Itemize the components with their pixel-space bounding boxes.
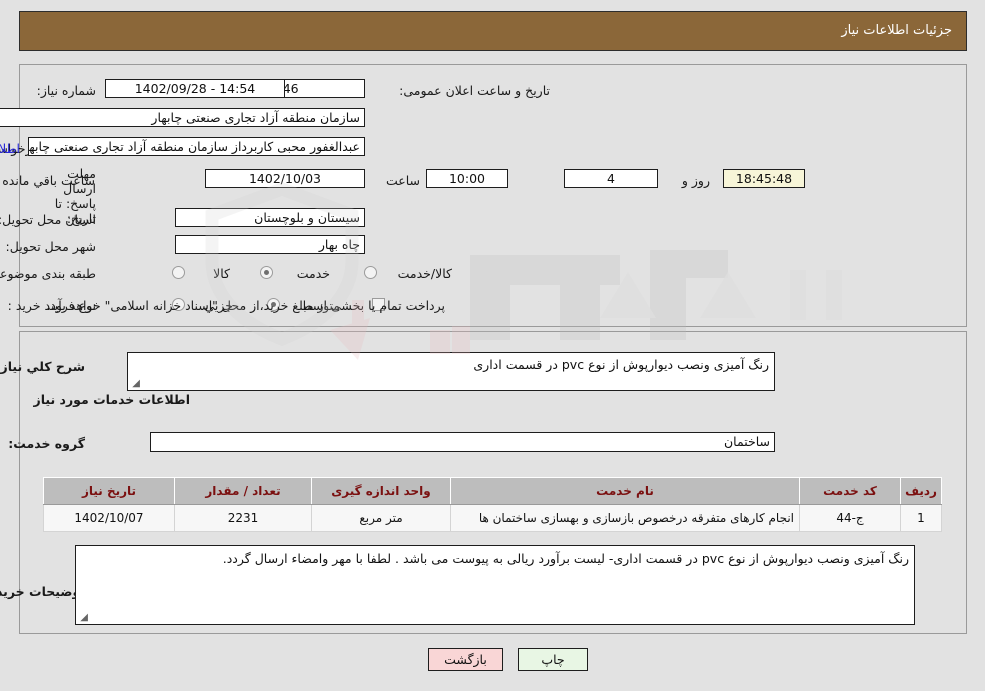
- th-service-code: کد خدمت: [799, 477, 901, 505]
- need-info-panel: [19, 64, 967, 327]
- countdown-label: ساعت باقي مانده: [2, 173, 95, 188]
- table-header-row: ردیف کد خدمت نام خدمت واحد اندازه گیری ت…: [43, 477, 942, 505]
- buyer-org-value: سازمان منطقه آزاد تجاری صنعتی چابهار: [0, 108, 365, 127]
- cell-row-no: 1: [900, 504, 942, 532]
- radio-category-kala-khedmat[interactable]: [364, 266, 377, 279]
- page-root: جزئیات اطلاعات نیاز شماره نیاز: 11021033…: [0, 0, 985, 691]
- need-description-value: رنگ آمیزی ونصب دیوارپوش از نوع pvc در قس…: [473, 357, 769, 372]
- hour-label: ساعت: [385, 173, 420, 188]
- radio-category-khedmat[interactable]: [260, 266, 273, 279]
- treasury-note-label: پرداخت تمام یا بخشی از مبلغ خرید،از محل …: [46, 298, 445, 313]
- deadline-time-value: 10:00: [426, 169, 508, 188]
- province-label: استان محل تحویل:: [0, 212, 96, 227]
- table-row: 1 ج-44 انجام کارهای متفرقه درخصوص بازساز…: [43, 504, 942, 532]
- radio-label-category-1[interactable]: خدمت: [297, 267, 330, 281]
- buyer-notes-textarea[interactable]: رنگ آمیزی ونصب دیوارپوش از نوع pvc در قس…: [75, 545, 915, 625]
- th-row-no: ردیف: [900, 477, 942, 505]
- back-button[interactable]: بازگشت: [428, 648, 503, 671]
- cell-unit: متر مربع: [311, 504, 451, 532]
- city-label: شهر محل تحویل:: [5, 239, 96, 254]
- need-description-label: شرح کلي نياز:: [0, 359, 85, 374]
- th-service-name: نام خدمت: [450, 477, 800, 505]
- resize-grip-icon-notes[interactable]: ◢: [78, 613, 88, 623]
- days-remaining-value: 4: [564, 169, 658, 188]
- radio-category-kala[interactable]: [172, 266, 185, 279]
- page-title: جزئیات اطلاعات نیاز: [841, 23, 952, 38]
- print-button[interactable]: چاپ: [518, 648, 588, 671]
- buyer-notes-label: توضیحات خریدار:: [0, 584, 85, 599]
- th-quantity: تعداد / مقدار: [174, 477, 312, 505]
- th-need-date: تاریخ نیاز: [43, 477, 175, 505]
- radio-label-category-0[interactable]: کالا: [213, 267, 230, 281]
- service-items-table: ردیف کد خدمت نام خدمت واحد اندازه گیری ت…: [43, 477, 942, 532]
- announce-datetime-label: تاریخ و ساعت اعلان عمومی:: [399, 83, 550, 98]
- announce-datetime-value: 14:54 - 1402/09/28: [105, 79, 285, 98]
- window-header-bar: جزئیات اطلاعات نیاز: [19, 11, 967, 51]
- creator-value: عبدالغفور محبی کاربرداز سازمان منطقه آزا…: [28, 137, 365, 156]
- deadline-date-value: 1402/10/03: [205, 169, 365, 188]
- cell-service-name: انجام کارهای متفرقه درخصوص بازسازی و بهس…: [450, 504, 800, 532]
- province-value: سیستان و بلوچستان: [175, 208, 365, 227]
- need-number-label: شماره نیاز:: [36, 83, 96, 98]
- radio-label-category-2[interactable]: کالا/خدمت: [398, 267, 452, 281]
- category-label: طبقه بندی موضوعی:: [0, 266, 96, 281]
- days-label: روز و: [681, 173, 710, 188]
- countdown-timer-value: 18:45:48: [723, 169, 805, 188]
- service-group-value: ساختمان: [150, 432, 775, 452]
- cell-quantity: 2231: [174, 504, 312, 532]
- cell-need-date: 1402/10/07: [43, 504, 175, 532]
- service-group-label: گروه خدمت:: [8, 436, 85, 451]
- resize-grip-icon[interactable]: ◢: [130, 379, 140, 389]
- cell-service-code: ج-44: [799, 504, 901, 532]
- city-value: چاه بهار: [175, 235, 365, 254]
- services-section-heading: اطلاعات خدمات مورد نیاز: [33, 392, 191, 407]
- buyer-notes-value: رنگ آمیزی ونصب دیوارپوش از نوع pvc در قس…: [222, 551, 909, 566]
- need-description-textarea[interactable]: رنگ آمیزی ونصب دیوارپوش از نوع pvc در قس…: [127, 352, 775, 391]
- th-unit: واحد اندازه گیری: [311, 477, 451, 505]
